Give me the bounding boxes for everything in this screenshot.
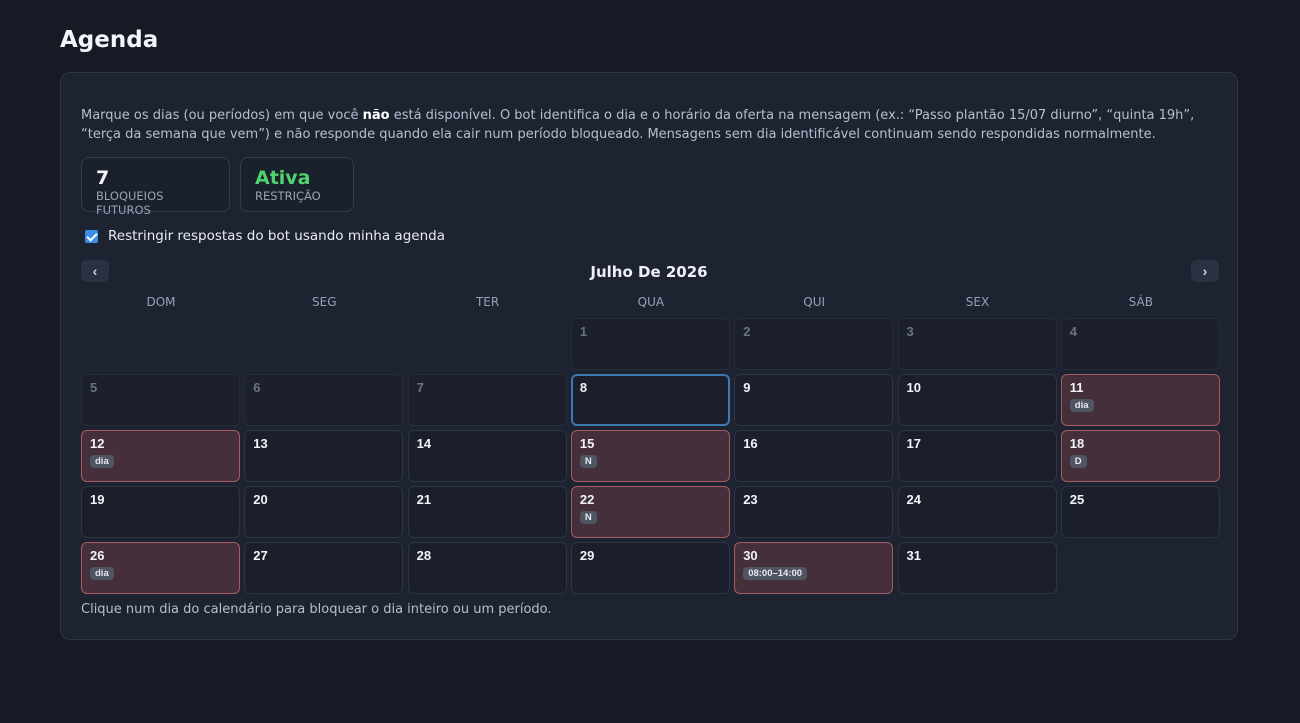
day-number: 21	[416, 492, 432, 507]
day-number: 10	[906, 380, 921, 395]
calendar-day[interactable]: 23	[734, 486, 894, 538]
block-tag: dia	[90, 567, 114, 580]
day-number: 31	[906, 548, 921, 563]
block-tag: dia	[90, 455, 114, 468]
day-number: 8	[579, 380, 588, 395]
day-number: 29	[579, 548, 595, 563]
day-number: 27	[253, 548, 268, 563]
day-number: 25	[1069, 492, 1085, 507]
calendar-day[interactable]: 21	[407, 486, 567, 538]
calendar-day[interactable]: 1	[570, 318, 730, 370]
weekday-label: TER	[475, 295, 500, 309]
calendar-day[interactable]: 13	[244, 430, 404, 482]
block-tag: N	[579, 511, 597, 524]
day-number: 19	[90, 492, 105, 507]
calendar-day[interactable]: 27	[244, 542, 404, 594]
calendar-day[interactable]: 25	[1060, 486, 1220, 538]
calendar-day[interactable]: 6	[244, 374, 404, 426]
restrict-label: Restringir respostas do bot usando minha…	[108, 228, 445, 244]
description-bold: não	[362, 108, 390, 123]
stat-value: 7	[96, 167, 110, 189]
stat-value: Ativa	[255, 167, 311, 189]
day-number: 24	[906, 492, 921, 507]
restrict-option[interactable]: Restringir respostas do bot usando minha…	[85, 228, 445, 244]
calendar-day[interactable]: 11 dia	[1060, 374, 1220, 426]
calendar-day[interactable]: 20	[244, 486, 404, 538]
day-number: 2	[743, 324, 751, 339]
day-number: 22	[579, 492, 595, 507]
day-number: 1	[579, 324, 588, 339]
block-tag: dia	[1069, 399, 1094, 412]
day-number: 5	[90, 380, 98, 395]
day-number: 9	[743, 380, 751, 395]
description: Marque os dias (ou períodos) em que você…	[81, 106, 1216, 144]
day-number: 23	[743, 492, 758, 507]
weekday-label: DOM	[146, 295, 176, 309]
calendar-day[interactable]: 30 08:00–14:00	[734, 542, 894, 594]
day-number: 11	[1069, 380, 1084, 395]
day-number: 26	[90, 548, 105, 563]
calendar-day[interactable]: 3	[897, 318, 1057, 370]
calendar-day[interactable]: 24	[897, 486, 1057, 538]
calendar-day[interactable]: 19	[81, 486, 240, 538]
calendar-day[interactable]: 15 N	[570, 430, 730, 482]
calendar-day[interactable]: 8	[570, 374, 730, 426]
calendar-day[interactable]: 26 dia	[81, 542, 240, 594]
day-number: 12	[90, 436, 105, 451]
block-tag: D	[1069, 455, 1087, 468]
stat-restriction: Ativa RESTRIÇÃO	[240, 157, 354, 212]
prev-month-button[interactable]: ‹	[81, 260, 109, 282]
day-number: 18	[1069, 436, 1085, 451]
weekday-label: QUI	[803, 295, 826, 309]
weekday-label: QUA	[637, 295, 665, 309]
calendar-day[interactable]: 5	[81, 374, 240, 426]
day-number: 16	[743, 436, 758, 451]
calendar-day[interactable]: 22 N	[570, 486, 730, 538]
calendar-day[interactable]: 2	[734, 318, 894, 370]
calendar-day[interactable]: 12 dia	[81, 430, 240, 482]
footnote: Clique num dia do calendário para bloque…	[81, 602, 552, 617]
day-number: 6	[253, 380, 261, 395]
calendar-day[interactable]: 31	[897, 542, 1057, 594]
calendar-day[interactable]: 28	[407, 542, 567, 594]
block-tag: 08:00–14:00	[743, 567, 808, 580]
block-tag: N	[579, 455, 597, 468]
calendar-day[interactable]: 9	[734, 374, 894, 426]
month-label: Julho De 2026	[590, 263, 708, 281]
day-number: 13	[253, 436, 268, 451]
calendar-day[interactable]: 4	[1060, 318, 1220, 370]
calendar-day[interactable]: 14	[407, 430, 567, 482]
stat-label: RESTRIÇÃO	[255, 189, 321, 203]
day-number: 30	[743, 548, 758, 563]
calendar-day[interactable]: 16	[734, 430, 894, 482]
day-number: 20	[253, 492, 268, 507]
page-title: Agenda	[60, 27, 159, 53]
stat-label: BLOQUEIOS FUTUROS	[96, 189, 164, 217]
weekday-label: SÁB	[1128, 295, 1153, 309]
weekday-label: SEX	[965, 295, 990, 309]
calendar-day[interactable]: 29	[570, 542, 730, 594]
calendar-day[interactable]: 10	[897, 374, 1057, 426]
day-number: 4	[1069, 324, 1078, 339]
agenda-card: Marque os dias (ou períodos) em que você…	[60, 72, 1238, 640]
day-number: 3	[906, 324, 914, 339]
day-number: 28	[416, 548, 432, 563]
description-part1: Marque os dias (ou períodos) em que você	[81, 108, 363, 123]
day-number: 15	[579, 436, 595, 451]
day-number: 7	[416, 380, 424, 395]
stat-future-blocks: 7 BLOQUEIOS FUTUROS	[81, 157, 230, 217]
day-number: 17	[906, 436, 921, 451]
calendar-day[interactable]: 18 D	[1060, 430, 1220, 482]
next-month-button[interactable]: ›	[1191, 260, 1219, 282]
day-number: 14	[416, 436, 432, 451]
calendar-day[interactable]: 17	[897, 430, 1057, 482]
calendar-day[interactable]: 7	[407, 374, 567, 426]
restrict-checkbox[interactable]	[85, 229, 98, 243]
weekday-label: SEG	[312, 295, 337, 309]
